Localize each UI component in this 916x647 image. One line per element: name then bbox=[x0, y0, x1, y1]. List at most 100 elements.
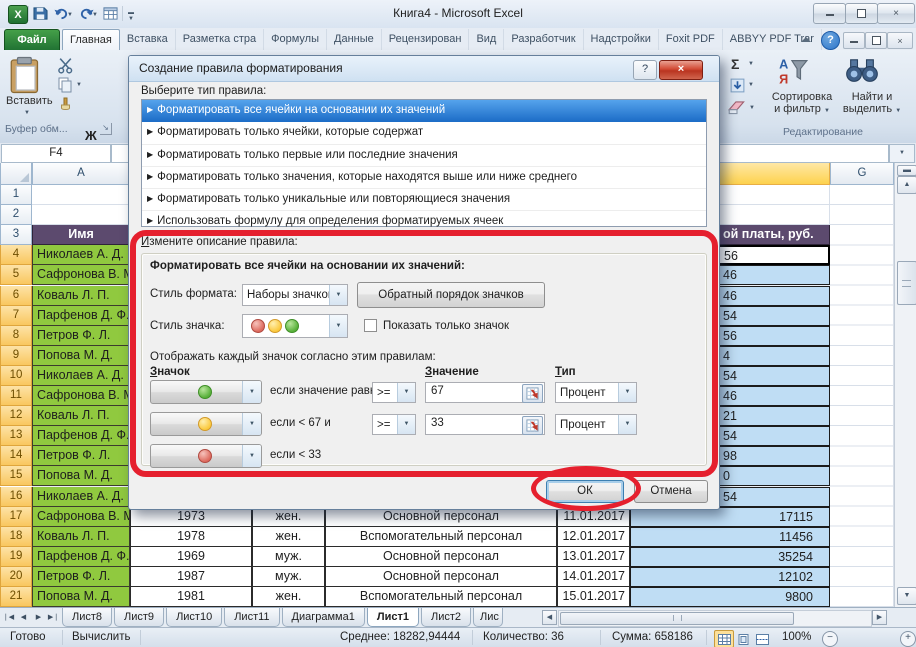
gender-cell[interactable]: муж. bbox=[252, 546, 325, 567]
formula-bar-expand-icon[interactable]: ▼ bbox=[889, 144, 915, 163]
row-header[interactable]: 2 bbox=[0, 205, 32, 226]
scroll-down-icon[interactable]: ▼ bbox=[897, 587, 916, 605]
row-header[interactable]: 17 bbox=[0, 506, 32, 527]
ribbon-tab-Разметка стра[interactable]: Разметка стра bbox=[176, 29, 265, 50]
ribbon-tab-Данные[interactable]: Данные bbox=[327, 29, 382, 50]
horizontal-scroll-thumb[interactable] bbox=[560, 612, 794, 625]
name-cell[interactable]: Петров Ф. Л. bbox=[32, 325, 130, 346]
row-header[interactable]: 7 bbox=[0, 305, 32, 326]
copy-dropdown-icon[interactable]: ▼ bbox=[76, 82, 82, 88]
name-cell[interactable]: Парфенов Д. Ф. bbox=[32, 426, 130, 447]
paste-button[interactable]: Вставить bbox=[6, 95, 53, 107]
dept-cell[interactable]: Основной персонал bbox=[325, 566, 557, 587]
gender-cell[interactable]: жен. bbox=[252, 526, 325, 547]
last-sheet-icon[interactable]: ▶❘ bbox=[47, 611, 60, 625]
dialog-help-button[interactable]: ? bbox=[633, 60, 657, 80]
hscroll-right-icon[interactable]: ▶ bbox=[872, 610, 887, 625]
ribbon-tab-Рецензирован[interactable]: Рецензирован bbox=[382, 29, 470, 50]
name-cell[interactable]: Сафронова В. М. bbox=[32, 386, 130, 407]
hscroll-left-icon[interactable]: ◀ bbox=[542, 610, 557, 625]
zoom-level[interactable]: 100% bbox=[782, 631, 811, 643]
row-header[interactable]: 6 bbox=[0, 285, 32, 306]
rule1-value-input[interactable]: 67 bbox=[425, 382, 545, 403]
rule-type-item[interactable]: ▶ Форматировать все ячейки на основании и… bbox=[142, 100, 706, 123]
name-cell[interactable]: Петров Ф. Л. bbox=[32, 566, 130, 587]
rule2-operator-dropdown[interactable]: >= ▼ bbox=[372, 414, 416, 435]
icon-dropdown-green[interactable]: ▼ bbox=[150, 380, 262, 404]
sort-filter-icon[interactable]: АЯ bbox=[778, 56, 809, 89]
year-cell[interactable]: 1987 bbox=[130, 566, 252, 587]
dept-cell[interactable]: Вспомогательный персонал bbox=[325, 526, 557, 547]
row-header[interactable]: 18 bbox=[0, 526, 32, 547]
row-header[interactable]: 5 bbox=[0, 265, 32, 286]
rule-type-item[interactable]: ▶ Форматировать только уникальные или пов… bbox=[142, 189, 706, 212]
autosum-dropdown-icon[interactable]: ▼ bbox=[748, 61, 754, 67]
row-header[interactable]: 10 bbox=[0, 365, 32, 386]
year-cell[interactable]: 1978 bbox=[130, 526, 252, 547]
chevron-down-icon[interactable]: ▼ bbox=[242, 381, 261, 403]
copy-icon[interactable] bbox=[57, 77, 73, 96]
vertical-scroll-thumb[interactable] bbox=[897, 261, 916, 305]
row-header[interactable]: 14 bbox=[0, 446, 32, 467]
name-cell[interactable]: Коваль Л. П. bbox=[32, 526, 130, 547]
name-cell[interactable]: Петров Ф. Л. bbox=[32, 446, 130, 467]
scroll-up-icon[interactable]: ▲ bbox=[897, 176, 916, 194]
show-icon-only-checkbox[interactable] bbox=[364, 319, 377, 332]
gender-cell[interactable]: жен. bbox=[252, 587, 325, 608]
row-header[interactable]: 13 bbox=[0, 426, 32, 447]
workbook-close-button[interactable]: × bbox=[887, 32, 913, 49]
rule1-operator-dropdown[interactable]: >= ▼ bbox=[372, 382, 416, 403]
sheet-tab-Лис[interactable]: Лис bbox=[473, 608, 503, 627]
fill-down-icon[interactable] bbox=[729, 77, 746, 97]
icon-style-dropdown[interactable]: ▼ bbox=[242, 314, 348, 338]
autosum-icon[interactable]: Σ bbox=[731, 56, 739, 72]
dialog-close-button[interactable]: × bbox=[659, 60, 703, 80]
row-header[interactable]: 12 bbox=[0, 406, 32, 427]
sheet-tab-Лист2[interactable]: Лист2 bbox=[420, 608, 471, 627]
chevron-down-icon[interactable]: ▼ bbox=[329, 285, 347, 305]
zoom-in-icon[interactable]: + bbox=[900, 631, 916, 647]
ribbon-tab-Разработчик[interactable]: Разработчик bbox=[504, 29, 584, 50]
prev-sheet-icon[interactable]: ◀ bbox=[17, 611, 30, 625]
ribbon-tab-Надстройки[interactable]: Надстройки bbox=[584, 29, 659, 50]
chevron-down-icon[interactable]: ▼ bbox=[397, 415, 415, 434]
row-header[interactable]: 11 bbox=[0, 386, 32, 407]
chevron-down-icon[interactable]: ▼ bbox=[242, 445, 261, 467]
zoom-out-icon[interactable]: − bbox=[822, 631, 838, 647]
icon-dropdown-yellow[interactable]: ▼ bbox=[150, 412, 262, 436]
row-header[interactable]: 1 bbox=[0, 185, 32, 206]
ribbon-tab-Главная[interactable]: Главная bbox=[62, 29, 120, 50]
fill-dropdown-icon[interactable]: ▼ bbox=[748, 82, 754, 88]
dialog-title[interactable]: Создание правила форматирования bbox=[129, 56, 719, 82]
ribbon-tab-Вставка[interactable]: Вставка bbox=[120, 29, 176, 50]
row-header[interactable]: 20 bbox=[0, 566, 32, 587]
vertical-scrollbar[interactable]: ▬ ▲ ▼ bbox=[894, 163, 916, 607]
name-cell[interactable]: Коваль Л. П. bbox=[32, 406, 130, 427]
name-cell[interactable]: Попова М. Д. bbox=[32, 587, 130, 608]
paste-clipboard-icon[interactable] bbox=[10, 56, 40, 97]
name-cell[interactable]: Николаев А. Д. bbox=[32, 486, 130, 507]
dept-cell[interactable]: Основной персонал bbox=[325, 546, 557, 567]
sheet-tab-Лист11[interactable]: Лист11 bbox=[224, 608, 280, 627]
date-cell[interactable]: 14.01.2017 bbox=[557, 566, 630, 587]
row-header[interactable]: 15 bbox=[0, 466, 32, 487]
gender-cell[interactable]: муж. bbox=[252, 566, 325, 587]
view-page-break-icon[interactable] bbox=[752, 630, 772, 647]
next-sheet-icon[interactable]: ▶ bbox=[32, 611, 45, 625]
chevron-down-icon[interactable]: ▼ bbox=[329, 315, 347, 337]
ribbon-tab-Формулы[interactable]: Формулы bbox=[264, 29, 328, 50]
name-cell[interactable]: Парфенов Д. Ф. bbox=[32, 546, 130, 567]
date-cell[interactable]: 15.01.2017 bbox=[557, 587, 630, 608]
salary-cell[interactable]: 12102 bbox=[630, 566, 830, 587]
chevron-down-icon[interactable]: ▼ bbox=[397, 383, 415, 402]
rule2-value-input[interactable]: 33 bbox=[425, 414, 545, 435]
minimize-ribbon-icon[interactable] bbox=[801, 37, 811, 42]
clipboard-dialog-launcher-icon[interactable]: ↘ bbox=[100, 123, 112, 135]
find-select-button[interactable]: Найти и выделить ▼ bbox=[832, 91, 912, 115]
minimize-button[interactable] bbox=[813, 3, 846, 24]
eraser-icon[interactable] bbox=[727, 100, 747, 119]
workbook-minimize-button[interactable] bbox=[843, 32, 865, 49]
row-header[interactable]: 3 bbox=[0, 225, 32, 246]
rule1-type-dropdown[interactable]: Процент ▼ bbox=[555, 382, 637, 403]
rule2-type-dropdown[interactable]: Процент ▼ bbox=[555, 414, 637, 435]
